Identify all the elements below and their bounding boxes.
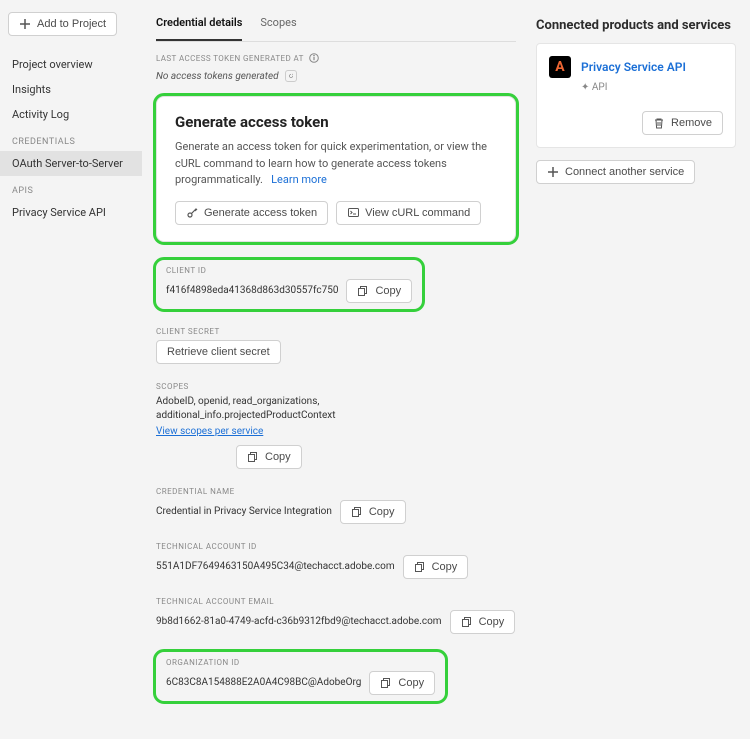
client-id-block: CLIENT ID f416f4898eda41368d863d30557fc7… — [156, 260, 422, 309]
tech-acct-email-label: TECHNICAL ACCOUNT EMAIL — [156, 597, 516, 606]
client-id-value: f416f4898eda41368d863d30557fc750 — [166, 285, 338, 296]
org-id-block: ORGANIZATION ID 6C83C8A154888E2A0A4C98BC… — [156, 652, 445, 701]
scopes-copy-button[interactable]: Copy — [236, 445, 302, 469]
add-to-project-button[interactable]: Add to Project — [8, 12, 117, 36]
scopes-value: AdobeID, openid, read_organizations, add… — [156, 395, 406, 423]
connect-another-service-button[interactable]: Connect another service — [536, 160, 695, 184]
client-secret-label: CLIENT SECRET — [156, 327, 516, 336]
nav-insights[interactable]: Insights — [0, 77, 142, 102]
connected-title: Connected products and services — [536, 18, 736, 33]
service-name-link[interactable]: Privacy Service API — [581, 60, 686, 74]
org-id-copy-button[interactable]: Copy — [369, 671, 435, 695]
trash-icon — [653, 117, 665, 129]
copy-icon — [247, 451, 259, 463]
plus-icon — [547, 166, 559, 178]
token-status: No access tokens generated — [156, 71, 279, 82]
generate-token-title: Generate access token — [175, 113, 497, 131]
nav-oauth-server[interactable]: OAuth Server-to-Server — [0, 151, 142, 176]
terminal-icon — [347, 207, 359, 219]
org-id-label: ORGANIZATION ID — [166, 658, 435, 667]
client-id-copy-button[interactable]: Copy — [346, 279, 412, 303]
copy-icon — [351, 506, 363, 518]
nav-project-overview[interactable]: Project overview — [0, 52, 142, 77]
token-generated-label: LAST ACCESS TOKEN GENERATED AT — [156, 54, 304, 63]
nav-header-credentials: CREDENTIALS — [0, 127, 142, 151]
nav-header-apis: APIS — [0, 176, 142, 200]
cred-name-value: Credential in Privacy Service Integratio… — [156, 506, 332, 517]
copy-icon — [414, 561, 426, 573]
service-type: API — [592, 82, 608, 93]
org-id-value: 6C83C8A154888E2A0A4C98BC@AdobeOrg — [166, 677, 361, 688]
view-scopes-link[interactable]: View scopes per service — [156, 426, 263, 437]
service-icon: A — [549, 56, 571, 78]
cred-name-copy-button[interactable]: Copy — [340, 500, 406, 524]
tech-acct-email-value: 9b8d1662-81a0-4749-acfd-c36b9312fbd9@tec… — [156, 616, 442, 627]
tab-credential-details[interactable]: Credential details — [156, 10, 242, 41]
tab-scopes[interactable]: Scopes — [260, 10, 296, 41]
generate-token-card: Generate access token Generate an access… — [156, 96, 516, 242]
add-to-project-label: Add to Project — [37, 18, 106, 30]
generate-access-token-button[interactable]: Generate access token — [175, 201, 328, 225]
refresh-icon[interactable] — [285, 70, 297, 82]
learn-more-link[interactable]: Learn more — [271, 173, 327, 186]
copy-icon — [380, 677, 392, 689]
tech-acct-email-copy-button[interactable]: Copy — [450, 610, 516, 634]
info-icon — [308, 52, 320, 64]
generate-token-body: Generate an access token for quick exper… — [175, 139, 497, 189]
nav-privacy-api[interactable]: Privacy Service API — [0, 200, 142, 225]
copy-icon — [357, 285, 369, 297]
plus-icon — [19, 18, 31, 30]
connected-service-card: A Privacy Service API ✦ API Remove — [536, 43, 736, 148]
client-id-label: CLIENT ID — [166, 266, 412, 275]
retrieve-client-secret-button[interactable]: Retrieve client secret — [156, 340, 281, 364]
tech-acct-id-label: TECHNICAL ACCOUNT ID — [156, 542, 516, 551]
nav-activity-log[interactable]: Activity Log — [0, 102, 142, 127]
remove-service-button[interactable]: Remove — [642, 111, 723, 135]
key-icon — [186, 207, 198, 219]
tech-acct-id-value: 551A1DF7649463150A495C34@techacct.adobe.… — [156, 561, 395, 572]
scopes-label: SCOPES — [156, 382, 516, 391]
cred-name-label: CREDENTIAL NAME — [156, 487, 516, 496]
tabs: Credential details Scopes — [156, 10, 516, 42]
copy-icon — [461, 616, 473, 628]
view-curl-button[interactable]: View cURL command — [336, 201, 481, 225]
